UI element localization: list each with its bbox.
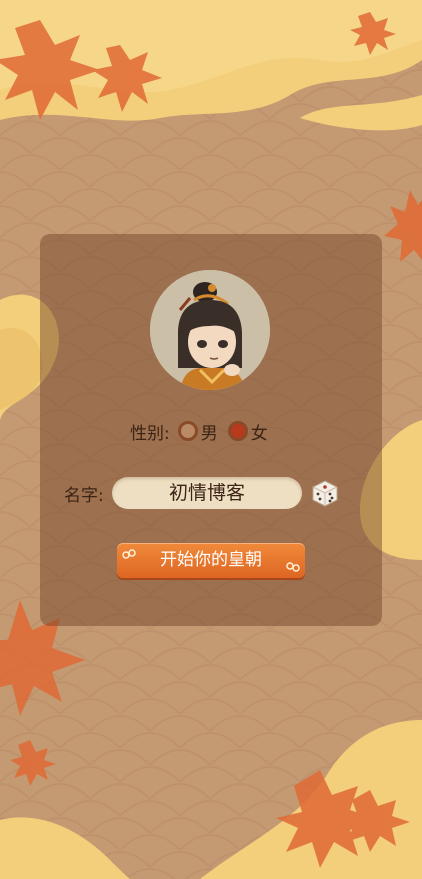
radio-female[interactable] — [227, 421, 248, 441]
start-button-label: 开始你的皇朝 — [160, 550, 262, 570]
name-input[interactable]: 初情博客 — [112, 477, 302, 509]
gender-female-label: 女 — [250, 423, 268, 444]
start-dynasty-button[interactable]: 开始你的皇朝 — [117, 543, 305, 578]
gender-option-female[interactable]: 女 — [227, 419, 268, 444]
dice-icon[interactable] — [311, 479, 339, 507]
cloud-ornament-icon — [122, 549, 136, 559]
radio-male[interactable] — [177, 421, 198, 441]
name-row: 名字: 初情博客 — [64, 477, 302, 509]
official-character-icon — [150, 270, 270, 390]
gender-row: 性别: 男 女 — [130, 416, 278, 446]
gender-male-label: 男 — [200, 423, 218, 444]
gender-label: 性别: — [130, 423, 170, 444]
name-label: 名字: — [64, 485, 104, 506]
avatar[interactable] — [150, 270, 270, 390]
cloud-ornament-icon — [286, 562, 300, 572]
gender-option-male[interactable]: 男 — [177, 419, 218, 444]
